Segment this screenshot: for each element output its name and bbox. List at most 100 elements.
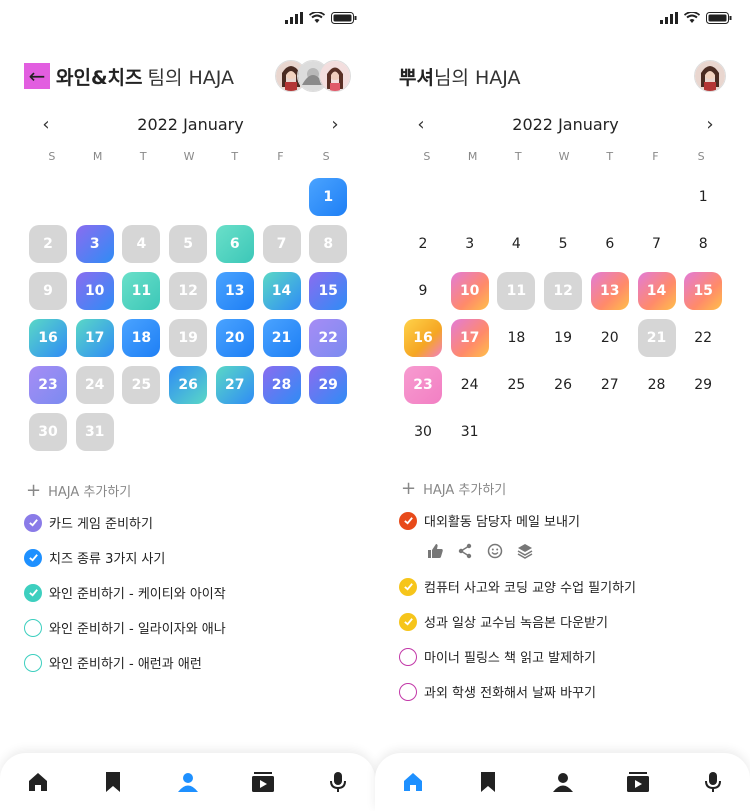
calendar-day[interactable]: 10 — [75, 272, 114, 310]
calendar-day[interactable]: 9 — [404, 272, 442, 310]
calendar-day[interactable]: 2 — [404, 225, 442, 263]
add-haja-button[interactable]: + HAJA 추가하기 — [401, 478, 506, 499]
calendar-day[interactable]: 30 — [29, 413, 67, 451]
calendar-day[interactable]: 10 — [450, 272, 489, 310]
calendar-day[interactable]: 30 — [404, 413, 442, 451]
calendar-day[interactable]: 11 — [122, 272, 161, 310]
calendar-day[interactable]: 19 — [169, 319, 208, 357]
checked-circle-icon[interactable] — [24, 583, 42, 602]
calendar-day[interactable]: 29 — [309, 366, 348, 404]
calendar-day[interactable]: 22 — [309, 319, 348, 357]
member-avatars[interactable] — [275, 60, 351, 92]
nav-profile-icon[interactable] — [171, 765, 205, 799]
calendar-day[interactable]: 17 — [450, 319, 489, 357]
unchecked-circle-icon[interactable] — [24, 618, 42, 637]
calendar-day[interactable]: 31 — [75, 413, 114, 451]
calendar-day[interactable]: 24 — [75, 366, 114, 404]
calendar-day[interactable]: 15 — [309, 272, 348, 310]
calendar-day[interactable]: 15 — [684, 272, 723, 310]
calendar-day[interactable]: 17 — [75, 319, 114, 357]
unchecked-circle-icon[interactable] — [399, 682, 417, 701]
calendar-day[interactable]: 28 — [638, 366, 676, 404]
chevron-right-icon[interactable]: › — [700, 114, 720, 135]
calendar-day[interactable]: 2 — [29, 225, 67, 263]
checked-circle-icon[interactable] — [399, 612, 417, 631]
checked-circle-icon[interactable] — [24, 548, 42, 567]
layers-icon[interactable] — [517, 543, 533, 559]
calendar-day[interactable]: 6 — [215, 225, 254, 263]
calendar-day[interactable]: 18 — [497, 319, 535, 357]
back-arrow-icon[interactable]: ← — [24, 63, 50, 89]
todo-item[interactable]: 과외 학생 전화해서 날짜 바꾸기 — [399, 682, 596, 701]
todo-item[interactable]: 대외활동 담당자 메일 보내기 — [399, 511, 580, 530]
calendar-day[interactable]: 12 — [544, 272, 583, 310]
calendar-day[interactable]: 3 — [75, 225, 114, 263]
nav-home-icon[interactable] — [21, 765, 55, 799]
calendar-day[interactable]: 5 — [544, 225, 582, 263]
calendar-day[interactable]: 14 — [637, 272, 676, 310]
calendar-day[interactable]: 24 — [451, 366, 489, 404]
calendar-day[interactable]: 8 — [684, 225, 722, 263]
calendar-day[interactable]: 23 — [29, 366, 67, 404]
calendar-day[interactable]: 18 — [122, 319, 161, 357]
calendar-day[interactable]: 13 — [215, 272, 254, 310]
nav-home-icon[interactable] — [396, 765, 430, 799]
todo-item[interactable]: 컴퓨터 사고와 코딩 교양 수업 필기하기 — [399, 577, 636, 596]
calendar-day[interactable]: 20 — [215, 319, 254, 357]
nav-mic-icon[interactable] — [696, 765, 730, 799]
calendar-day[interactable]: 12 — [169, 272, 208, 310]
avatar[interactable] — [694, 60, 726, 92]
calendar-day[interactable]: 31 — [451, 413, 489, 451]
calendar-day[interactable]: 4 — [122, 225, 161, 263]
thumbs-up-icon[interactable] — [427, 543, 443, 559]
nav-mic-icon[interactable] — [321, 765, 355, 799]
calendar-day[interactable]: 19 — [544, 319, 582, 357]
chevron-left-icon[interactable]: ‹ — [411, 114, 431, 135]
calendar-day[interactable]: 27 — [591, 366, 629, 404]
checked-circle-icon[interactable] — [399, 511, 417, 530]
calendar-day[interactable]: 7 — [638, 225, 676, 263]
calendar-day[interactable]: 14 — [262, 272, 301, 310]
calendar-day[interactable]: 22 — [684, 319, 722, 357]
calendar-day[interactable]: 3 — [451, 225, 489, 263]
todo-item[interactable]: 카드 게임 준비하기 — [24, 513, 153, 532]
calendar-day[interactable]: 1 — [309, 178, 348, 216]
calendar-day[interactable]: 23 — [404, 366, 442, 404]
calendar-day[interactable]: 28 — [262, 366, 301, 404]
avatar[interactable] — [319, 60, 351, 92]
smile-icon[interactable] — [487, 543, 503, 559]
checked-circle-icon[interactable] — [399, 577, 417, 596]
calendar-day[interactable]: 27 — [215, 366, 254, 404]
calendar-day[interactable]: 9 — [29, 272, 67, 310]
todo-item[interactable]: 와인 준비하기 - 케이티와 아이작 — [24, 583, 226, 602]
todo-item[interactable]: 와인 준비하기 - 애런과 애런 — [24, 653, 202, 672]
chevron-left-icon[interactable]: ‹ — [36, 114, 56, 135]
nav-profile-icon[interactable] — [546, 765, 580, 799]
chevron-right-icon[interactable]: › — [325, 114, 345, 135]
calendar-day[interactable]: 21 — [637, 319, 676, 357]
checked-circle-icon[interactable] — [24, 513, 42, 532]
add-haja-button[interactable]: + HAJA 추가하기 — [26, 480, 131, 501]
todo-item[interactable]: 성과 일상 교수님 녹음본 다운받기 — [399, 612, 608, 631]
calendar-day[interactable]: 26 — [544, 366, 582, 404]
calendar-day[interactable]: 25 — [497, 366, 535, 404]
calendar-day[interactable]: 26 — [169, 366, 208, 404]
unchecked-circle-icon[interactable] — [24, 653, 42, 672]
nav-video-icon[interactable] — [246, 765, 280, 799]
calendar-day[interactable]: 21 — [262, 319, 301, 357]
calendar-day[interactable]: 20 — [591, 319, 629, 357]
todo-item[interactable]: 와인 준비하기 - 일라이자와 애나 — [24, 618, 226, 637]
calendar-day[interactable]: 1 — [684, 178, 722, 216]
nav-bookmark-icon[interactable] — [96, 765, 130, 799]
user-avatar-group[interactable] — [694, 60, 726, 92]
share-icon[interactable] — [457, 543, 473, 559]
calendar-day[interactable]: 13 — [590, 272, 629, 310]
calendar-day[interactable]: 6 — [591, 225, 629, 263]
calendar-day[interactable]: 25 — [122, 366, 161, 404]
calendar-day[interactable]: 7 — [262, 225, 301, 263]
todo-item[interactable]: 치즈 종류 3가지 사기 — [24, 548, 165, 567]
calendar-day[interactable]: 5 — [169, 225, 208, 263]
nav-bookmark-icon[interactable] — [471, 765, 505, 799]
calendar-day[interactable]: 16 — [29, 319, 67, 357]
calendar-day[interactable]: 29 — [684, 366, 722, 404]
